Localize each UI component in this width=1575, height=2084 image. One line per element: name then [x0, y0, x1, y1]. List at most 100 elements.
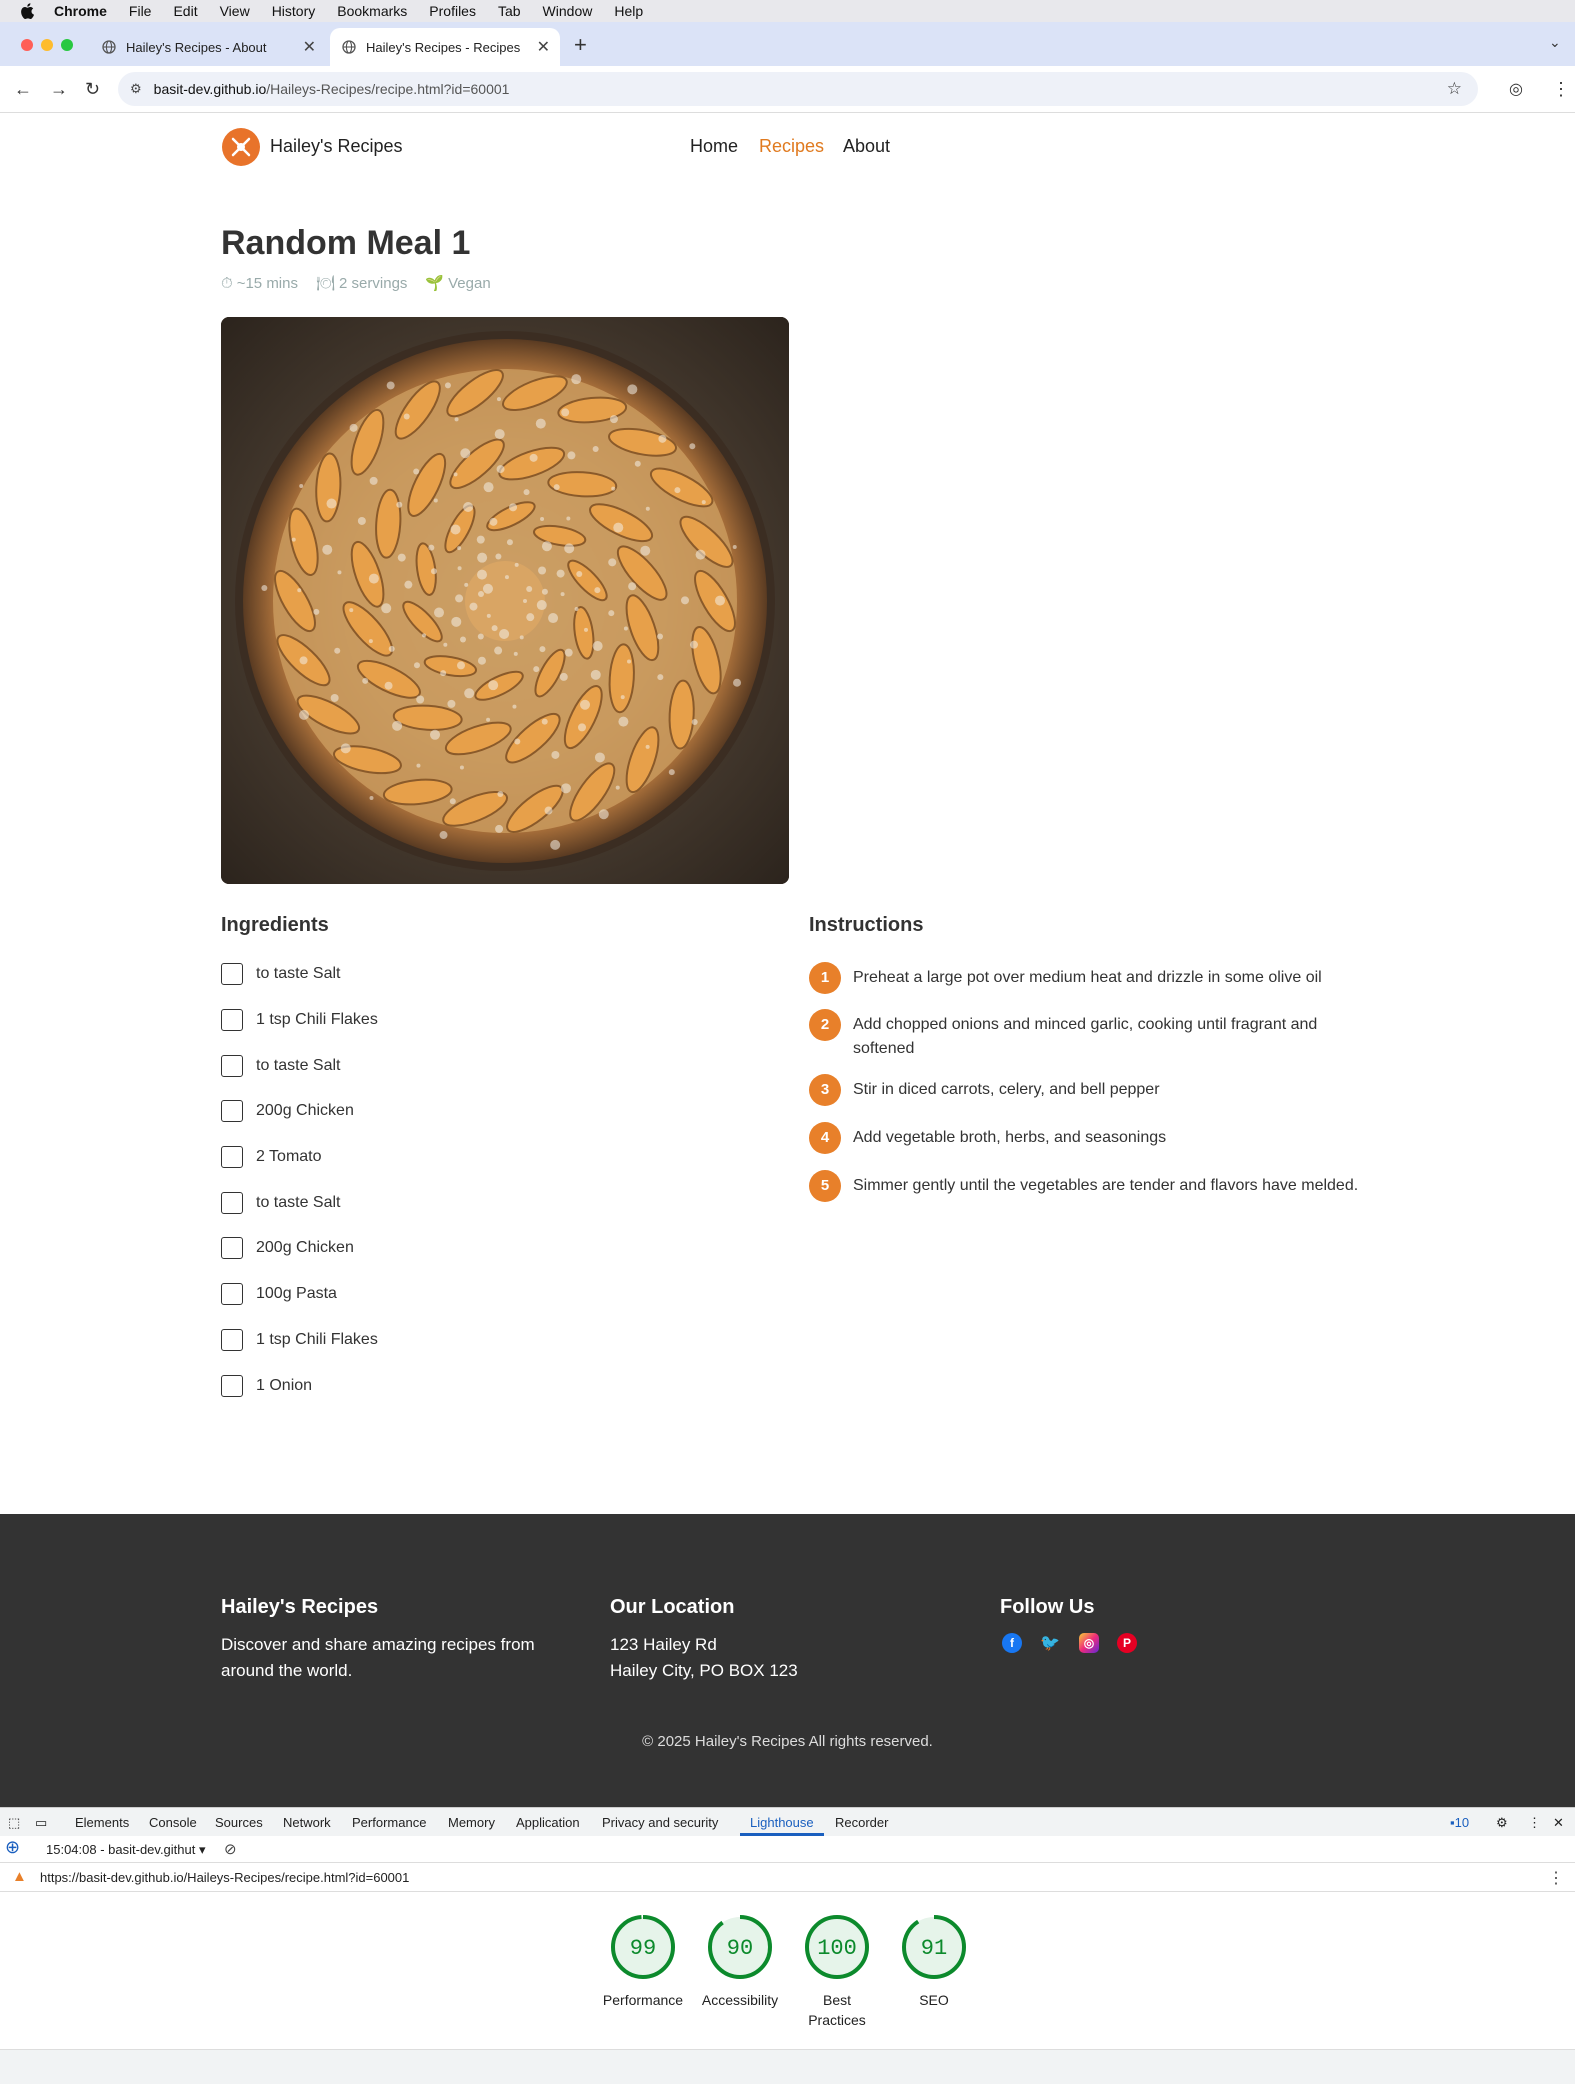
menu-tab[interactable]: Tab: [498, 3, 521, 19]
devtools-tab-memory[interactable]: Memory: [448, 1815, 495, 1830]
ingredient-checkbox[interactable]: [221, 1009, 243, 1031]
devtools-tab-recorder[interactable]: Recorder: [835, 1815, 888, 1830]
footer-location-heading: Our Location: [610, 1596, 735, 1618]
ingredient-label: 200g Chicken: [256, 1239, 354, 1256]
bookmark-star-icon[interactable]: ☆: [1447, 79, 1462, 99]
ingredient-checkbox[interactable]: [221, 1100, 243, 1122]
window-minimize-button[interactable]: [41, 39, 53, 51]
menu-bookmarks[interactable]: Bookmarks: [337, 3, 407, 19]
new-tab-icon[interactable]: +: [574, 32, 587, 58]
menu-app-chrome[interactable]: Chrome: [54, 3, 107, 19]
forward-arrow-icon[interactable]: →: [50, 79, 68, 100]
menu-help[interactable]: Help: [614, 3, 643, 19]
ingredient-label: 1 tsp Chili Flakes: [256, 1331, 378, 1348]
ingredient-checkbox[interactable]: [221, 963, 243, 985]
browser-tab-strip: Hailey's Recipes - About ✕ Hailey's Reci…: [0, 22, 1575, 66]
best-practices-score-gauge[interactable]: 100: [804, 1914, 870, 1980]
window-close-button[interactable]: [21, 39, 33, 51]
devtools-tab-performance[interactable]: Performance: [352, 1815, 426, 1830]
facebook-icon[interactable]: f: [1002, 1633, 1022, 1653]
ingredient-item[interactable]: to taste Salt: [221, 1055, 341, 1077]
instruction-step: 5 Simmer gently until the vegetables are …: [809, 1170, 1369, 1202]
site-footer: Hailey's Recipes Discover and share amaz…: [0, 1514, 1575, 1807]
ingredient-checkbox[interactable]: [221, 1192, 243, 1214]
seo-score-gauge[interactable]: 91: [901, 1914, 967, 1980]
menu-file[interactable]: File: [129, 3, 152, 19]
ingredient-checkbox[interactable]: [221, 1237, 243, 1259]
browser-tab-about[interactable]: Hailey's Recipes - About ✕: [90, 28, 326, 66]
reload-icon[interactable]: ↻: [85, 79, 100, 100]
devtools-tab-application[interactable]: Application: [516, 1815, 580, 1830]
tab-search-chevron-icon[interactable]: ⌄: [1549, 34, 1561, 51]
ingredient-item[interactable]: 100g Pasta: [221, 1283, 337, 1305]
performance-score-gauge[interactable]: 99: [610, 1914, 676, 1980]
report-selector[interactable]: 15:04:08 - basit-dev.githut ▾: [46, 1842, 206, 1858]
address-line-2: Hailey City, PO BOX 123: [610, 1661, 798, 1680]
site-name[interactable]: Hailey's Recipes: [270, 136, 403, 157]
tab-title: Hailey's Recipes - About: [126, 39, 267, 55]
ingredient-item[interactable]: 1 tsp Chili Flakes: [221, 1009, 378, 1031]
menu-window[interactable]: Window: [543, 3, 593, 19]
devtools-tab-sources[interactable]: Sources: [215, 1815, 263, 1830]
devtools-tab-console[interactable]: Console: [149, 1815, 197, 1830]
ingredient-item[interactable]: 200g Chicken: [221, 1100, 354, 1122]
twitter-icon[interactable]: 🐦: [1040, 1633, 1060, 1653]
ingredient-item[interactable]: 1 tsp Chili Flakes: [221, 1329, 378, 1351]
devtools-more-icon[interactable]: ⋮: [1528, 1815, 1541, 1831]
browser-tab-recipes[interactable]: Hailey's Recipes - Recipes ✕: [330, 28, 560, 66]
lighthouse-more-icon[interactable]: ⋮: [1548, 1868, 1564, 1888]
devtools-settings-gear-icon[interactable]: ⚙: [1496, 1815, 1508, 1831]
ingredient-checkbox[interactable]: [221, 1375, 243, 1397]
apple-logo-icon[interactable]: [20, 3, 34, 19]
ingredient-item[interactable]: to taste Salt: [221, 1192, 341, 1214]
step-number-badge: 1: [809, 962, 841, 994]
site-settings-icon[interactable]: ⚙: [130, 81, 142, 97]
close-tab-icon[interactable]: ✕: [303, 37, 316, 57]
footer-brand-text: Discover and share amazing recipes from …: [221, 1635, 535, 1680]
window-zoom-button[interactable]: [61, 39, 73, 51]
nav-home[interactable]: Home: [690, 136, 738, 157]
footer-brand-heading: Hailey's Recipes: [221, 1596, 379, 1618]
ingredient-checkbox[interactable]: [221, 1283, 243, 1305]
devtools-tab-lighthouse[interactable]: Lighthouse: [750, 1815, 814, 1830]
accessibility-score-gauge[interactable]: 90: [707, 1914, 773, 1980]
menu-view[interactable]: View: [220, 3, 250, 19]
ingredient-checkbox[interactable]: [221, 1055, 243, 1077]
clear-reports-icon[interactable]: ⊘: [224, 1840, 237, 1858]
close-tab-icon[interactable]: ✕: [537, 37, 550, 57]
issues-badge[interactable]: ▪10: [1450, 1815, 1469, 1830]
menu-history[interactable]: History: [272, 3, 316, 19]
ingredient-item[interactable]: 2 Tomato: [221, 1146, 322, 1168]
device-toolbar-icon[interactable]: ▭: [35, 1815, 47, 1831]
devtools-tab-privacy[interactable]: Privacy and security: [602, 1815, 718, 1830]
profile-icon[interactable]: ◎: [1509, 79, 1523, 99]
nav-about[interactable]: About: [843, 136, 890, 157]
recipe-time: ⏱ ~15 mins: [221, 275, 298, 292]
ingredient-item[interactable]: to taste Salt: [221, 963, 341, 985]
lighthouse-icon: ▲: [12, 1868, 27, 1885]
pinterest-icon[interactable]: P: [1117, 1633, 1137, 1653]
devtools-tab-elements[interactable]: Elements: [75, 1815, 129, 1830]
menu-profiles[interactable]: Profiles: [429, 3, 476, 19]
performance-score: 99: [630, 1936, 656, 1961]
back-arrow-icon[interactable]: ←: [14, 79, 32, 100]
devtools-bottom-bar: [0, 2049, 1575, 2084]
instruction-step: 3 Stir in diced carrots, celery, and bell…: [809, 1074, 1369, 1106]
ingredient-item[interactable]: 1 Onion: [221, 1375, 312, 1397]
nav-recipes[interactable]: Recipes: [759, 136, 824, 157]
ingredient-item[interactable]: 200g Chicken: [221, 1237, 354, 1259]
new-report-plus-icon[interactable]: ⊕: [5, 1837, 20, 1858]
chrome-menu-icon[interactable]: ⋮: [1552, 79, 1570, 100]
menu-edit[interactable]: Edit: [173, 3, 197, 19]
url-host: basit-dev.github.io: [153, 81, 267, 97]
site-logo[interactable]: [222, 128, 260, 166]
devtools-close-icon[interactable]: ✕: [1553, 1815, 1564, 1831]
inspect-element-icon[interactable]: ⬚: [8, 1815, 20, 1831]
ingredient-checkbox[interactable]: [221, 1146, 243, 1168]
ingredient-label: 200g Chicken: [256, 1102, 354, 1119]
seo-score: 91: [921, 1936, 947, 1961]
ingredient-checkbox[interactable]: [221, 1329, 243, 1351]
address-bar[interactable]: ⚙ basit-dev.github.io/Haileys-Recipes/re…: [118, 72, 1478, 106]
instagram-icon[interactable]: ◎: [1079, 1633, 1099, 1653]
devtools-tab-network[interactable]: Network: [283, 1815, 331, 1830]
